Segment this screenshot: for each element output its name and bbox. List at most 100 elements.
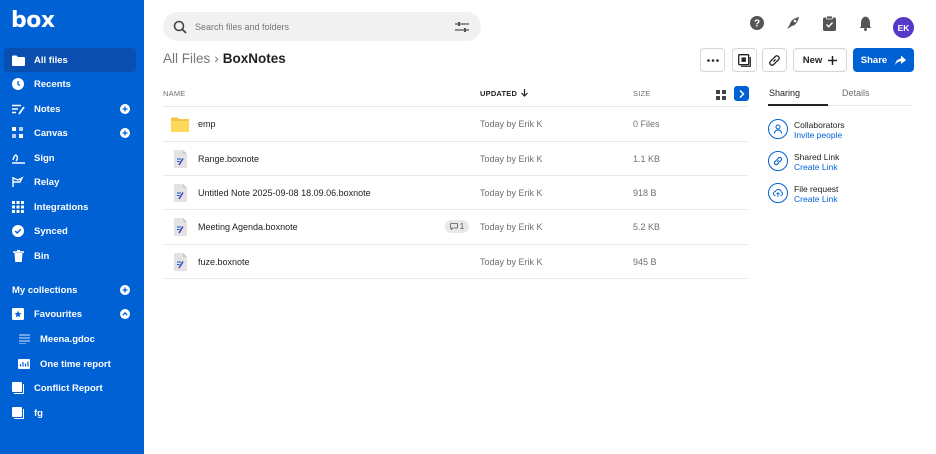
svg-text:?: ? <box>754 19 760 30</box>
file-updated: Today by Erik K <box>480 188 543 198</box>
column-header-name[interactable]: NAME <box>163 89 185 98</box>
file-name[interactable]: fuze.boxnote <box>198 257 250 267</box>
new-button[interactable]: New <box>793 48 847 72</box>
share-arrow-icon <box>895 55 907 65</box>
sidebar-item-sign[interactable]: Sign <box>4 146 136 170</box>
upload-icon <box>768 183 788 203</box>
file-name[interactable]: Untitled Note 2025-09-08 18.09.06.boxnot… <box>198 188 371 198</box>
table-row[interactable]: Meeting Agenda.boxnote 1 Today by Erik K… <box>163 210 748 244</box>
add-collection-icon[interactable] <box>120 285 130 295</box>
more-options-button[interactable] <box>700 48 725 72</box>
column-header-size[interactable]: SIZE <box>633 89 650 98</box>
create-link-link[interactable]: Create Link <box>794 162 837 172</box>
page-title: BoxNotes <box>222 51 286 66</box>
file-name[interactable]: Range.boxnote <box>198 154 259 164</box>
link-icon <box>769 54 780 66</box>
chevron-right-icon <box>738 89 745 98</box>
file-request-create-link[interactable]: Create Link <box>794 194 837 204</box>
sidebar-my-collections[interactable]: My collections <box>4 278 136 302</box>
sidebar-item-favourites[interactable]: Favourites <box>4 302 136 326</box>
sidebar-item-label: Favourites <box>34 308 83 320</box>
link-icon <box>768 151 788 171</box>
add-note-icon[interactable] <box>120 104 130 114</box>
copy-link-button[interactable] <box>762 48 787 72</box>
collection-add-button[interactable] <box>732 48 757 72</box>
tab-details[interactable]: Details <box>842 88 870 98</box>
sidebar-item-fg[interactable]: fg <box>4 401 136 425</box>
relay-icon <box>10 174 26 190</box>
canvas-icon <box>10 125 26 141</box>
sidebar-item-synced[interactable]: Synced <box>4 219 136 243</box>
breadcrumb-all-files[interactable]: All Files <box>163 51 210 66</box>
comment-count: 1 <box>459 222 465 231</box>
file-size: 918 B <box>633 188 657 198</box>
sidebar-item-label: Synced <box>34 225 68 237</box>
toggle-sidebar-button[interactable] <box>734 86 749 101</box>
sidebar: box All files Recents Notes Canvas Sign … <box>0 0 144 454</box>
boxnote-file-icon <box>174 150 187 168</box>
sidebar-item-recents[interactable]: Recents <box>4 72 136 96</box>
file-name[interactable]: emp <box>198 119 216 129</box>
file-name[interactable]: Meeting Agenda.boxnote <box>198 222 298 232</box>
sidebar-item-label: Relay <box>34 176 60 188</box>
filter-sliders-icon[interactable] <box>455 21 469 33</box>
file-size: 945 B <box>633 257 657 267</box>
sidebar-item-conflict-report[interactable]: Conflict Report <box>4 376 136 400</box>
collaborators-title: Collaborators <box>794 120 845 130</box>
add-canvas-icon[interactable] <box>120 128 130 138</box>
grid-view-icon[interactable] <box>716 90 726 100</box>
sidebar-item-all-files[interactable]: All files <box>4 48 136 72</box>
sidebar-item-integrations[interactable]: Integrations <box>4 195 136 219</box>
file-updated: Today by Erik K <box>480 119 543 129</box>
search-input[interactable] <box>195 21 445 32</box>
table-row[interactable]: fuze.boxnote Today by Erik K 945 B <box>163 245 748 279</box>
new-button-label: New <box>802 54 823 66</box>
doc-lines-icon <box>16 331 32 347</box>
share-button[interactable]: Share <box>853 48 914 72</box>
add-to-collection-icon <box>738 53 751 67</box>
boxnote-file-icon <box>174 218 187 236</box>
bell-icon[interactable] <box>859 16 872 31</box>
chevron-right-icon: › <box>214 51 219 66</box>
sidebar-item-label: Sign <box>34 152 55 164</box>
help-icon[interactable]: ? <box>750 16 764 30</box>
sidebar-item-label: One time report <box>40 358 111 370</box>
sidebar-item-notes[interactable]: Notes <box>4 97 136 121</box>
plus-icon <box>828 55 838 65</box>
avatar[interactable]: EK <box>893 17 914 38</box>
column-header-updated[interactable]: UPDATED <box>480 89 529 98</box>
collaborators-item: Collaborators Invite people <box>768 119 912 147</box>
sort-down-arrow-icon <box>521 89 529 97</box>
collections-heading: My collections <box>12 284 78 296</box>
search-bar[interactable] <box>163 12 481 41</box>
file-request-title: File request <box>794 184 839 194</box>
person-icon <box>768 119 788 139</box>
sidebar-item-one-time-report[interactable]: One time report <box>4 352 136 376</box>
sidebar-item-label: Canvas <box>34 127 68 139</box>
clock-icon <box>10 76 26 92</box>
table-row[interactable]: Untitled Note 2025-09-08 18.09.06.boxnot… <box>163 176 748 210</box>
invite-people-link[interactable]: Invite people <box>794 130 842 140</box>
share-button-label: Share <box>860 54 888 66</box>
sidebar-item-relay[interactable]: Relay <box>4 170 136 194</box>
sidebar-item-canvas[interactable]: Canvas <box>4 121 136 145</box>
comment-count-badge[interactable]: 1 <box>445 220 469 233</box>
sidebar-item-bin[interactable]: Bin <box>4 244 136 268</box>
check-circle-icon <box>10 223 26 239</box>
box-logo[interactable]: box <box>11 8 55 33</box>
tab-sharing[interactable]: Sharing <box>769 88 800 98</box>
chevron-up-icon[interactable] <box>120 309 130 319</box>
sidebar-item-label: fg <box>34 407 43 419</box>
star-box-icon <box>10 306 26 322</box>
file-size: 0 Files <box>633 119 660 129</box>
clipboard-check-icon[interactable] <box>823 16 836 31</box>
trash-icon <box>10 248 26 264</box>
rocket-icon[interactable] <box>785 16 801 31</box>
sidebar-item-meena-gdoc[interactable]: Meena.gdoc <box>4 327 136 351</box>
table-row[interactable]: Range.boxnote Today by Erik K 1.1 KB <box>163 142 748 176</box>
sidebar-item-label: Notes <box>34 103 61 115</box>
file-updated: Today by Erik K <box>480 154 543 164</box>
table-row[interactable]: emp Today by Erik K 0 Files <box>163 107 748 141</box>
report-icon <box>16 356 32 372</box>
sidebar-item-label: All files <box>34 54 68 66</box>
